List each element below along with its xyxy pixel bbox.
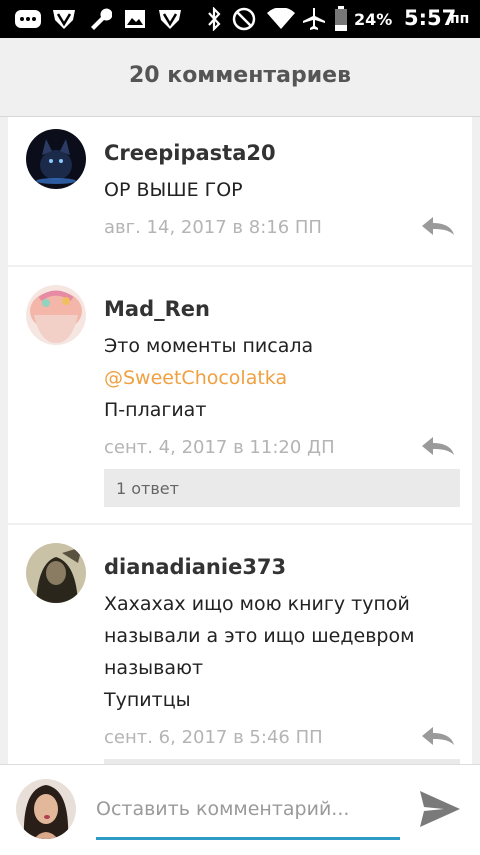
input-underline	[96, 837, 400, 840]
header-bar: 20 комментариев	[0, 38, 480, 117]
comment-text: называют	[104, 657, 204, 679]
page-title: 20 комментариев	[128, 63, 351, 88]
send-button[interactable]	[418, 789, 462, 829]
comment-username[interactable]: dianadianie373	[104, 555, 286, 579]
comment-text: Тупитцы	[104, 689, 191, 711]
avatar[interactable]	[26, 285, 86, 345]
comment-item: Creepipasta20 ОР ВЫШЕ ГОР авг. 14, 2017 …	[8, 117, 472, 265]
wifi-icon	[267, 8, 295, 29]
airplane-icon	[303, 8, 325, 30]
reply-icon[interactable]	[420, 725, 456, 747]
clock-suffix: пп	[450, 11, 470, 27]
comment-text: Хахахах ищо мою книгу тупой	[104, 593, 410, 615]
battery-percent: 24%	[354, 10, 393, 29]
comment-text: П-плагиат	[104, 399, 207, 421]
user-mention-link[interactable]: @SweetChocolatka	[104, 367, 287, 389]
battery-icon	[335, 6, 347, 31]
comment-text: называли а это ищо шедевром	[104, 625, 415, 647]
avatar[interactable]	[26, 129, 86, 189]
status-bar: 24% 5:57 пп	[0, 0, 480, 38]
message-icon	[15, 10, 41, 28]
image-icon	[125, 10, 145, 28]
comment-composer	[0, 764, 480, 855]
current-user-avatar	[16, 779, 76, 839]
wrench-icon	[91, 8, 112, 30]
clock: 5:57	[404, 6, 457, 30]
shield-icon	[159, 10, 181, 29]
reply-icon[interactable]	[420, 215, 456, 237]
comment-timestamp: сент. 4, 2017 в 11:20 ДП	[104, 437, 335, 458]
do-not-disturb-icon	[232, 7, 256, 31]
view-replies-button[interactable]: 1 ответ	[104, 469, 460, 507]
comments-list[interactable]: Creepipasta20 ОР ВЫШЕ ГОР авг. 14, 2017 …	[0, 117, 480, 764]
avatar[interactable]	[26, 543, 86, 603]
bluetooth-icon	[208, 7, 221, 31]
comment-username[interactable]: Creepipasta20	[104, 141, 276, 165]
shield-icon	[53, 10, 75, 29]
comment-timestamp: авг. 14, 2017 в 8:16 ПП	[104, 217, 322, 238]
comment-item: dianadianie373 Хахахах ищо мою книгу туп…	[8, 525, 472, 764]
comment-username[interactable]: Mad_Ren	[104, 297, 210, 321]
comment-timestamp: сент. 6, 2017 в 5:46 ПП	[104, 727, 323, 748]
replies-count-label: 1 ответ	[116, 479, 179, 498]
comment-item: Mad_Ren Это моменты писала @SweetChocola…	[8, 267, 472, 523]
comment-input[interactable]	[96, 795, 396, 823]
comment-text: ОР ВЫШЕ ГОР	[104, 179, 243, 201]
comment-text: Это моменты писала	[104, 335, 314, 357]
reply-icon[interactable]	[420, 435, 456, 457]
